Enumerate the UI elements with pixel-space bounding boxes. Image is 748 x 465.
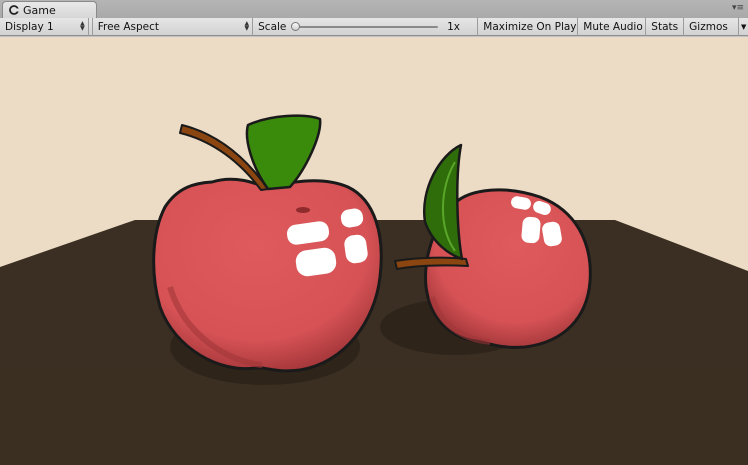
- chevron-down-icon: ▼: [741, 22, 747, 31]
- scale-label: Scale: [258, 20, 287, 33]
- tab-game[interactable]: Game: [2, 1, 97, 18]
- stats-button[interactable]: Stats: [646, 17, 685, 36]
- gizmos-label: Gizmos: [689, 20, 728, 33]
- scale-slider-track[interactable]: [293, 25, 439, 28]
- dropdown-arrows-icon: ▲ ▼: [80, 19, 85, 32]
- game-toolbar: Display 1 ▲ ▼ Free Aspect ▲ ▼ Scale 1x Max…: [0, 17, 748, 36]
- aspect-dropdown[interactable]: Free Aspect ▲ ▼: [91, 17, 254, 36]
- maximize-on-play-button[interactable]: Maximize On Play: [478, 17, 579, 36]
- maximize-label: Maximize On Play: [483, 20, 577, 33]
- aspect-label: Free Aspect: [97, 20, 159, 33]
- gizmos-button[interactable]: Gizmos: [684, 18, 738, 36]
- mute-audio-button[interactable]: Mute Audio: [578, 17, 647, 36]
- unity-logo-icon: [9, 5, 19, 15]
- scale-control: Scale 1x: [253, 17, 479, 36]
- display-label: Display 1: [5, 20, 54, 33]
- game-viewport[interactable]: [0, 37, 748, 465]
- mute-label: Mute Audio: [583, 20, 643, 33]
- apple-left: [152, 114, 383, 373]
- tab-title: Game: [23, 3, 56, 17]
- dropdown-arrows-icon: ▲ ▼: [244, 19, 250, 32]
- panel-menu-icon[interactable]: ▾≡: [732, 4, 744, 13]
- tab-strip: Game ▾≡: [0, 0, 748, 19]
- gizmos-dropdown[interactable]: ▼: [738, 17, 748, 36]
- scale-slider-thumb[interactable]: [291, 21, 301, 31]
- scale-value: 1x: [447, 20, 461, 33]
- scene-render: [0, 114, 748, 465]
- display-dropdown[interactable]: Display 1 ▲ ▼: [0, 17, 89, 36]
- stats-label: Stats: [651, 20, 679, 33]
